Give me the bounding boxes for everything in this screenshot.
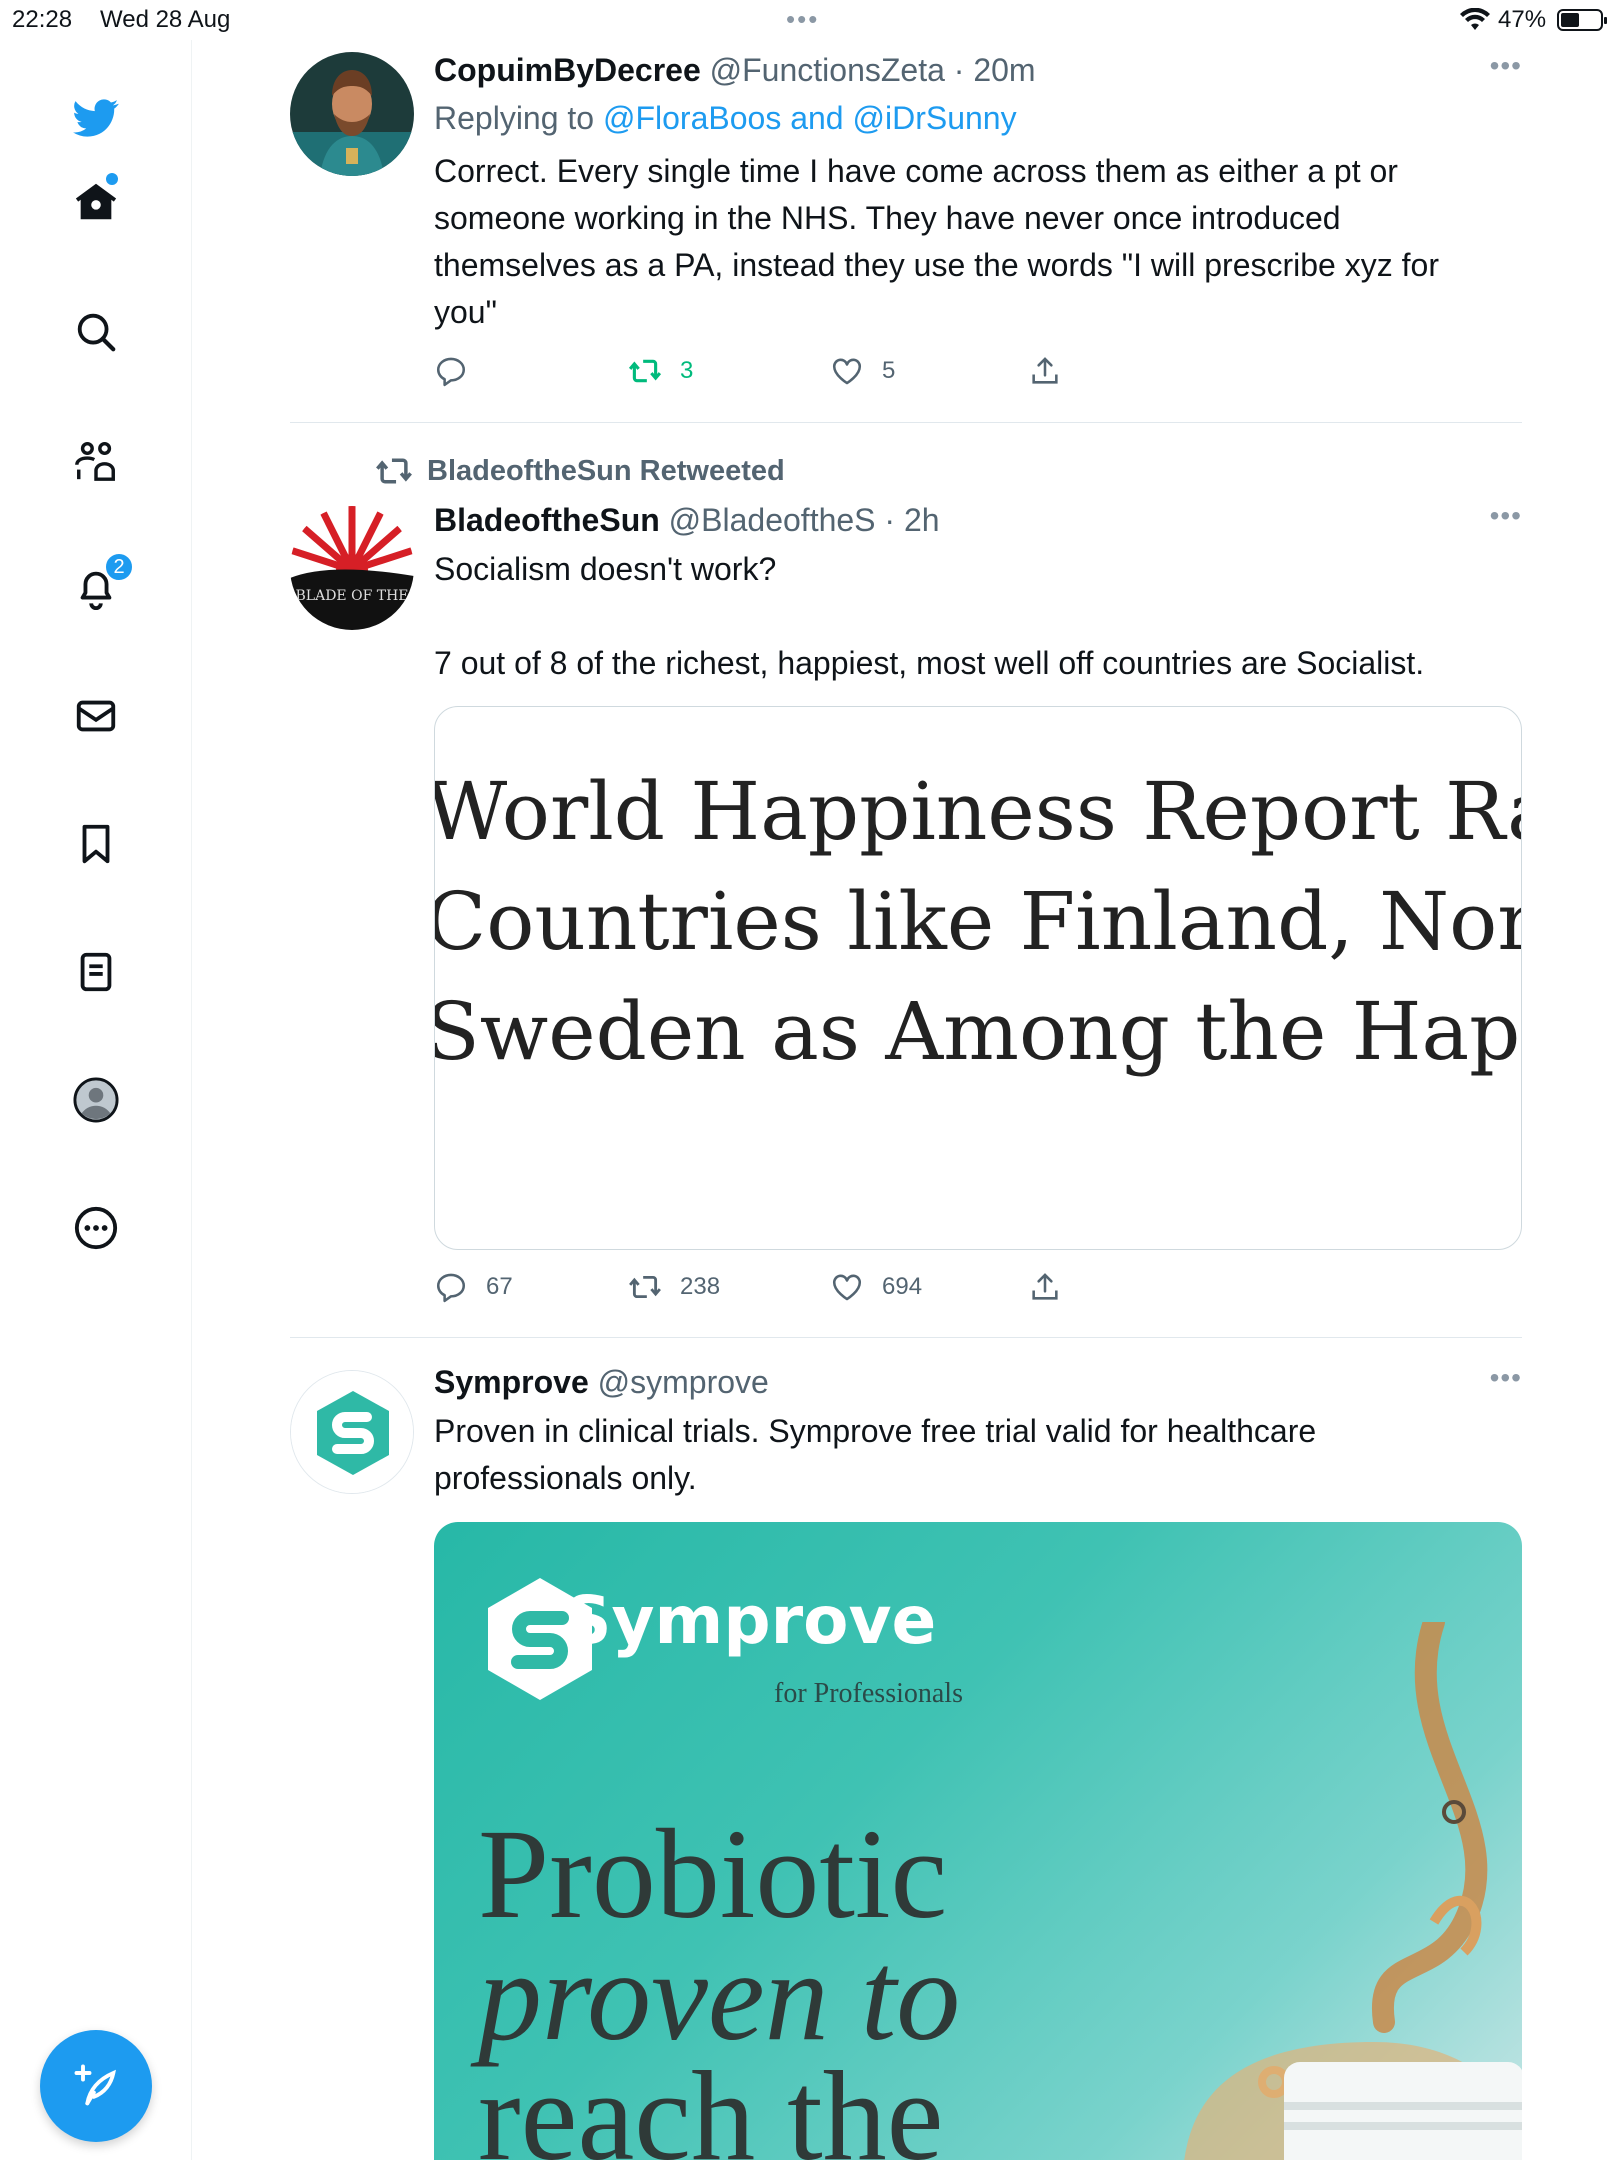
battery-fill bbox=[1561, 13, 1579, 27]
retweet-button[interactable]: 3 bbox=[628, 354, 693, 388]
like-button[interactable]: 694 bbox=[830, 1270, 922, 1304]
battery-percentage: 47% bbox=[1498, 6, 1547, 33]
avatar[interactable]: BLADE OF THE bbox=[290, 506, 414, 630]
tweet-text-line: professionals only. bbox=[434, 1460, 697, 1496]
author-name[interactable]: Symprove bbox=[434, 1364, 589, 1400]
link-card-headline-line: World Happiness Report Ranks bbox=[434, 765, 1521, 858]
tweet-text: Proven in clinical trials. Symprove free… bbox=[434, 1408, 1522, 1502]
share-icon bbox=[1032, 1273, 1058, 1300]
author-name[interactable]: CopuimByDecree bbox=[434, 52, 701, 88]
retweeted-by-text: BladeoftheSun Retweeted bbox=[427, 454, 785, 487]
more-icon[interactable] bbox=[66, 1198, 126, 1258]
tweet-content: BladeoftheSun @BladeoftheS · 2h ••• Soci… bbox=[434, 500, 1522, 687]
search-icon[interactable] bbox=[66, 302, 126, 362]
twitter-logo-icon[interactable] bbox=[66, 88, 126, 148]
reply-count: 67 bbox=[486, 1273, 513, 1300]
reply-prefix: Replying to bbox=[434, 100, 595, 136]
link-card-headline-line: Countries like Finland, Norway, bbox=[434, 875, 1522, 968]
tweet-text-line: themselves as a PA, instead they use the… bbox=[434, 247, 1439, 283]
tweet-header: CopuimByDecree @FunctionsZeta · 20m bbox=[434, 50, 1522, 90]
messages-icon[interactable] bbox=[66, 686, 126, 746]
avatar-text: BLADE OF THE bbox=[296, 588, 409, 604]
compose-tweet-button[interactable] bbox=[40, 2030, 152, 2142]
like-count: 694 bbox=[882, 1273, 923, 1300]
retweet-icon bbox=[628, 359, 662, 383]
like-count: 5 bbox=[882, 357, 896, 384]
status-date: Wed 28 Aug bbox=[100, 6, 231, 33]
retweet-count: 238 bbox=[680, 1273, 721, 1300]
wifi-icon bbox=[1460, 7, 1490, 39]
retweet-icon bbox=[629, 1275, 661, 1299]
tweet-actions: 3 5 bbox=[434, 354, 1134, 394]
lists-icon[interactable] bbox=[66, 942, 126, 1002]
tweet-text-line: Correct. Every single time I have come a… bbox=[434, 153, 1398, 189]
sidebar-nav: 2 bbox=[0, 40, 192, 2160]
tweet-text-line: 7 out of 8 of the richest, happiest, mos… bbox=[434, 645, 1425, 681]
tweet-content: Symprove @symprove ••• Proven in clinica… bbox=[434, 1362, 1522, 1502]
link-card[interactable]: World Happiness Report Ranks Countries l… bbox=[434, 706, 1522, 1250]
reply-icon bbox=[436, 1273, 466, 1303]
tweet-header: Symprove @symprove bbox=[434, 1362, 1522, 1402]
share-button[interactable] bbox=[1028, 354, 1062, 388]
bookmarks-icon[interactable] bbox=[66, 814, 126, 874]
tweet-more-icon[interactable]: ••• bbox=[1490, 50, 1522, 82]
link-card-headline-line: Sweden as Among the Happiest bbox=[434, 985, 1521, 1078]
ad-headline-line: Probiotic bbox=[478, 1803, 948, 1945]
notifications-badge: 2 bbox=[104, 552, 134, 582]
tweet-more-icon[interactable]: ••• bbox=[1490, 1362, 1522, 1394]
ad-image[interactable]: Symprove for Professionals Probiotic pro… bbox=[434, 1522, 1522, 2160]
tweet[interactable]: BLADE OF THE BladeoftheSun @BladeoftheS … bbox=[290, 500, 1522, 1303]
tweet-divider bbox=[290, 1337, 1522, 1338]
tweet-divider bbox=[290, 422, 1522, 423]
tweet-text-line: Proven in clinical trials. Symprove free… bbox=[434, 1413, 1317, 1449]
reply-handles[interactable]: @FloraBoos and @iDrSunny bbox=[603, 100, 1017, 136]
tweet-content: CopuimByDecree @FunctionsZeta · 20m ••• … bbox=[434, 50, 1522, 336]
tweet-text-line: you" bbox=[434, 294, 497, 330]
share-icon bbox=[1032, 357, 1058, 384]
retweet-count: 3 bbox=[680, 357, 694, 384]
author-name[interactable]: BladeoftheSun bbox=[434, 502, 660, 538]
ad-headline-line: proven to bbox=[478, 1932, 960, 2060]
tweet-actions: 67 238 694 bbox=[434, 1270, 1134, 1310]
author-handle[interactable]: @symprove bbox=[598, 1364, 769, 1400]
compose-feather-icon bbox=[74, 2064, 116, 2106]
heart-icon bbox=[832, 1274, 862, 1301]
retweet-icon bbox=[376, 458, 412, 484]
tweet-text-blank-line bbox=[434, 593, 1522, 640]
reply-button[interactable] bbox=[434, 354, 486, 388]
reply-context: Replying to @FloraBoos and @iDrSunny bbox=[434, 98, 1522, 138]
author-handle-time[interactable]: @BladeoftheS · 2h bbox=[669, 502, 940, 538]
tweet-header: BladeoftheSun @BladeoftheS · 2h bbox=[434, 500, 1522, 540]
avatar[interactable] bbox=[290, 52, 414, 176]
tweet-more-icon[interactable]: ••• bbox=[1490, 500, 1522, 532]
ad-subtitle: for Professionals bbox=[774, 1678, 963, 1709]
multitasking-indicator[interactable]: ••• bbox=[786, 4, 819, 35]
avatar[interactable] bbox=[290, 1370, 414, 1494]
tweet-text: Correct. Every single time I have come a… bbox=[434, 148, 1522, 336]
heart-icon bbox=[832, 358, 862, 385]
tweet-text-line: someone working in the NHS. They have ne… bbox=[434, 200, 1341, 236]
status-bar: 22:28 Wed 28 Aug ••• 47% bbox=[0, 0, 1620, 40]
reply-button[interactable]: 67 bbox=[434, 1270, 513, 1304]
retweet-button[interactable]: 238 bbox=[628, 1270, 720, 1304]
profile-icon[interactable] bbox=[66, 1070, 126, 1130]
tweet-text-line: Socialism doesn't work? bbox=[434, 551, 777, 587]
ad-headline-line: reach the bbox=[478, 2045, 944, 2160]
home-new-dot bbox=[106, 173, 118, 185]
ad-product-bottle bbox=[1184, 1622, 1522, 2160]
tweet[interactable]: Symprove @symprove ••• Proven in clinica… bbox=[290, 1362, 1522, 2160]
reply-icon bbox=[436, 357, 466, 387]
share-button[interactable] bbox=[1028, 1270, 1062, 1304]
tweet[interactable]: CopuimByDecree @FunctionsZeta · 20m ••• … bbox=[290, 50, 1522, 420]
communities-icon[interactable] bbox=[66, 430, 126, 490]
tweet-text: Socialism doesn't work? 7 out of 8 of th… bbox=[434, 546, 1522, 687]
like-button[interactable]: 5 bbox=[830, 354, 895, 388]
status-time: 22:28 bbox=[12, 6, 73, 33]
author-handle-time[interactable]: @FunctionsZeta · 20m bbox=[710, 52, 1036, 88]
battery-icon bbox=[1557, 9, 1607, 31]
ad-brand: Symprove bbox=[564, 1582, 937, 1659]
retweeted-by-label[interactable]: BladeoftheSun Retweeted bbox=[375, 452, 785, 490]
